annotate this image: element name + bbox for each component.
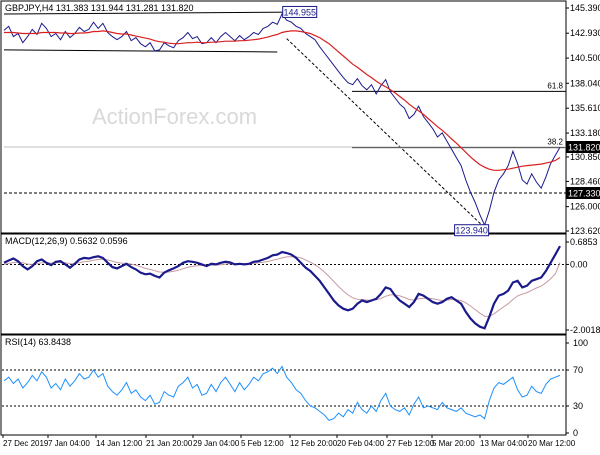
xtick-5: 5 Feb 12:00 xyxy=(241,439,284,448)
callout-123-940-text: 123.940 xyxy=(455,226,488,236)
forex-chart: ActionForex.com 61.8 38.2 144.955 123.940 1… xyxy=(0,0,600,450)
xtick-10: 13 Mar 04:00 xyxy=(480,439,528,448)
price-ytick-0: 145.390 xyxy=(570,3,600,13)
rsi-ytick-2: 30 xyxy=(573,401,583,411)
macd-panel-title: MACD(12,26,9) 0.5632 0.0596 xyxy=(5,236,128,246)
xtick-8: 27 Feb 12:00 xyxy=(387,439,435,448)
xtick-4: 29 Jan 04:00 xyxy=(193,439,240,448)
price-ytick-8: 126.000 xyxy=(570,202,600,212)
price-ytick-5: 133.180 xyxy=(570,128,600,138)
rsi-ytick-0: 100 xyxy=(573,338,588,348)
price-ytick-9: 123.620 xyxy=(570,226,600,236)
xtick-2: 14 Jan 12:00 xyxy=(96,439,143,448)
price-ytick-3: 138.040 xyxy=(570,78,600,88)
xtick-0: 27 Dec 2019 xyxy=(3,439,49,448)
xtick-9: 5 Mar 20:00 xyxy=(432,439,475,448)
callout-144-955-text: 144.955 xyxy=(283,7,316,17)
xtick-3: 21 Jan 20:00 xyxy=(146,439,193,448)
chart-canvas: ActionForex.com 61.8 38.2 144.955 123.940 1… xyxy=(0,0,600,450)
price-ytick-4: 135.610 xyxy=(570,103,600,113)
price-panel-title: GBPJPY,H4 131.383 131.944 131.281 131.82… xyxy=(5,3,194,13)
rsi-panel-title: RSI(14) 63.8438 xyxy=(5,337,71,347)
xtick-11: 20 Mar 12:00 xyxy=(528,439,576,448)
level-tag-label-127-330: 127.330 xyxy=(568,188,600,198)
watermark: ActionForex.com xyxy=(92,104,257,129)
xtick-1: 7 Jan 04:00 xyxy=(48,439,90,448)
price-ytick-6: 130.850 xyxy=(570,152,600,162)
macd-ytick-1: 0.00 xyxy=(570,259,588,269)
price-ytick-7: 128.460 xyxy=(570,176,600,186)
price-ytick-1: 142.930 xyxy=(570,28,600,38)
rsi-ytick-3: 0 xyxy=(573,428,578,438)
xtick-7: 20 Feb 04:00 xyxy=(337,439,385,448)
xtick-6: 12 Feb 20:00 xyxy=(290,439,338,448)
macd-ytick-2: -2.0018 xyxy=(570,325,600,335)
rsi-ytick-1: 70 xyxy=(573,365,583,375)
level-38-2-label: 38.2 xyxy=(547,138,563,147)
macd-ytick-0: 0.6853 xyxy=(570,237,598,247)
price-ytick-2: 140.500 xyxy=(570,53,600,63)
level-61-8-label: 61.8 xyxy=(547,81,563,90)
